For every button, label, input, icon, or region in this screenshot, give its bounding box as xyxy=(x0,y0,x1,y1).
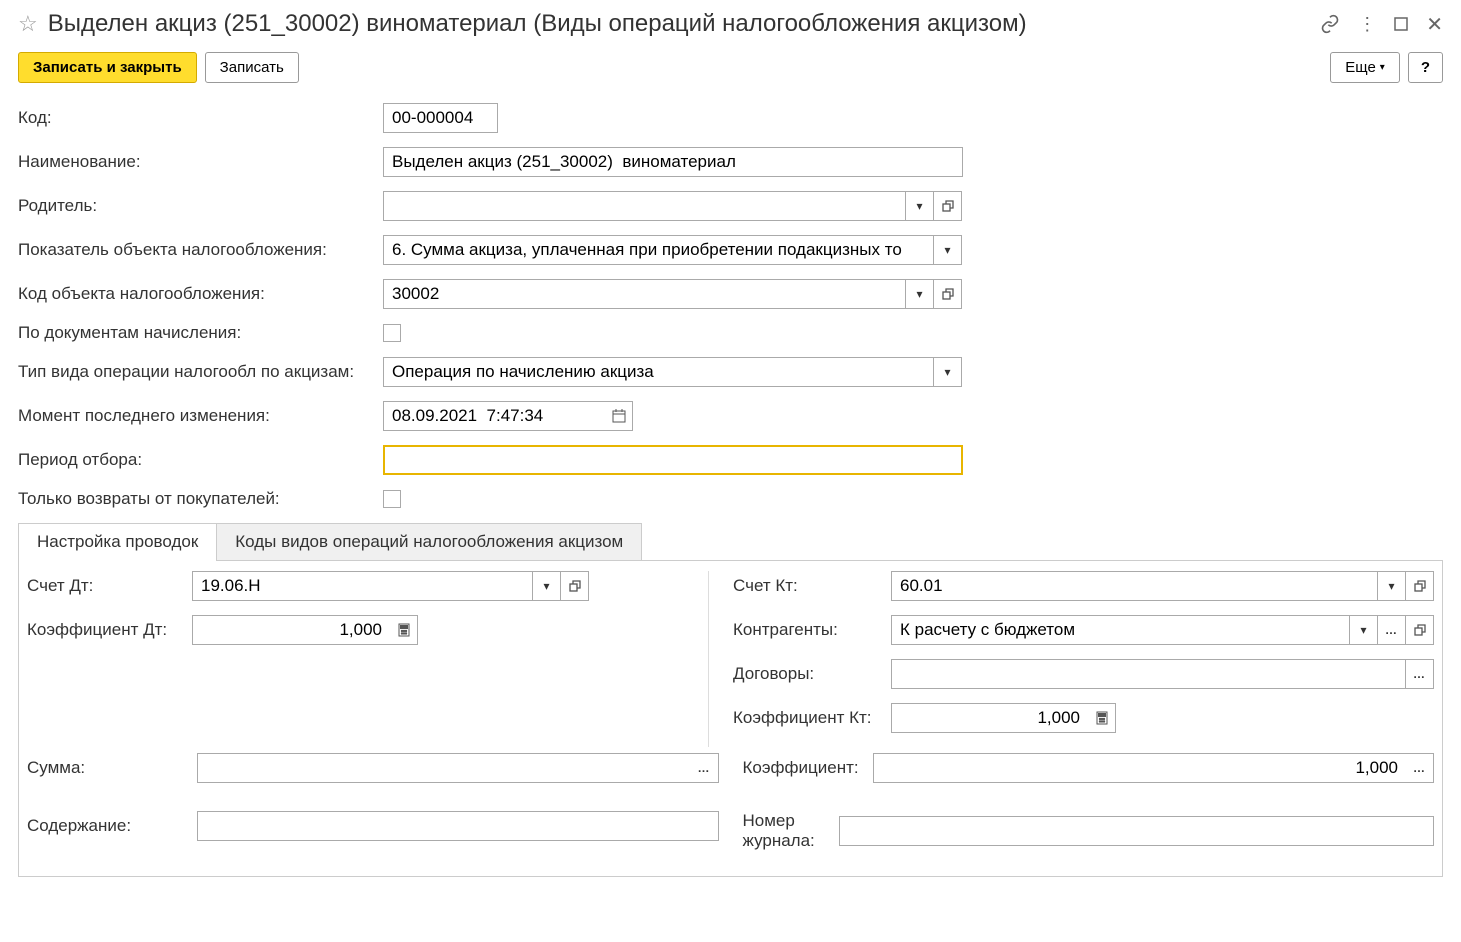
optype-label: Тип вида операции налогообл по акцизам: xyxy=(18,362,383,382)
sum-input[interactable] xyxy=(197,753,691,783)
indicator-dropdown-button[interactable]: ▾ xyxy=(934,235,962,265)
account-kt-label: Счет Кт: xyxy=(733,576,891,596)
lastchange-label: Момент последнего изменения: xyxy=(18,406,383,426)
contr-open-button[interactable] xyxy=(1406,615,1434,645)
tabs: Настройка проводок Коды видов операций н… xyxy=(18,523,1443,561)
link-icon[interactable] xyxy=(1320,14,1340,34)
parent-dropdown-button[interactable]: ▾ xyxy=(906,191,934,221)
code-label: Код: xyxy=(18,108,383,128)
more-button[interactable]: Еще ▾ xyxy=(1330,52,1400,83)
account-kt-open-button[interactable] xyxy=(1406,571,1434,601)
optype-dropdown-button[interactable]: ▾ xyxy=(934,357,962,387)
journal-label: Номер журнала: xyxy=(743,811,839,852)
contr-select-button[interactable]: … xyxy=(1378,615,1406,645)
indicator-input[interactable] xyxy=(383,235,934,265)
name-label: Наименование: xyxy=(18,152,383,172)
tab-content: Счет Дт: ▾ Коэффициент Дт: xyxy=(18,561,1443,877)
chevron-down-icon: ▾ xyxy=(1380,62,1385,73)
coef-kt-input[interactable] xyxy=(891,703,1088,733)
bydocs-label: По документам начисления: xyxy=(18,323,383,343)
window-header: ☆ Выделен акциз (251_30002) виноматериал… xyxy=(18,10,1443,38)
header-controls: ⋮ ✕ xyxy=(1320,12,1443,37)
coef-kt-label: Коэффициент Кт: xyxy=(733,708,891,728)
close-icon[interactable]: ✕ xyxy=(1426,12,1443,37)
coef-select-button[interactable]: … xyxy=(1406,753,1434,783)
account-kt-dropdown-button[interactable]: ▾ xyxy=(1378,571,1406,601)
lastchange-input[interactable] xyxy=(383,401,605,431)
account-dt-open-button[interactable] xyxy=(561,571,589,601)
code-input[interactable] xyxy=(383,103,498,133)
parent-label: Родитель: xyxy=(18,196,383,216)
parent-open-button[interactable] xyxy=(934,191,962,221)
name-input[interactable] xyxy=(383,147,963,177)
objcode-open-button[interactable] xyxy=(934,279,962,309)
page-title: Выделен акциз (251_30002) виноматериал (… xyxy=(48,10,1321,38)
period-label: Период отбора: xyxy=(18,450,383,470)
optype-input[interactable] xyxy=(383,357,934,387)
dog-label: Договоры: xyxy=(733,664,891,684)
parent-input[interactable] xyxy=(383,191,906,221)
favorite-star-icon[interactable]: ☆ xyxy=(18,11,38,37)
returns-label: Только возвраты от покупателей: xyxy=(18,489,383,509)
account-kt-input[interactable] xyxy=(891,571,1378,601)
content-input[interactable] xyxy=(197,811,719,841)
coef-dt-input[interactable] xyxy=(192,615,390,645)
journal-input[interactable] xyxy=(839,816,1435,846)
calendar-button[interactable] xyxy=(605,401,633,431)
coef-label: Коэффициент: xyxy=(743,758,873,778)
save-and-close-button[interactable]: Записать и закрыть xyxy=(18,52,197,83)
objcode-input[interactable] xyxy=(383,279,906,309)
coef-kt-calc-button[interactable] xyxy=(1088,703,1116,733)
sum-select-button[interactable]: … xyxy=(691,753,719,783)
returns-checkbox[interactable] xyxy=(383,490,401,508)
account-dt-dropdown-button[interactable]: ▾ xyxy=(533,571,561,601)
dog-select-button[interactable]: … xyxy=(1406,659,1434,689)
more-button-label: Еще xyxy=(1345,59,1376,76)
tab-operation-codes[interactable]: Коды видов операций налогообложения акци… xyxy=(216,523,642,560)
contr-label: Контрагенты: xyxy=(733,620,891,640)
maximize-icon[interactable] xyxy=(1394,17,1408,31)
sum-label: Сумма: xyxy=(27,758,197,778)
coef-dt-label: Коэффициент Дт: xyxy=(27,620,192,640)
account-dt-label: Счет Дт: xyxy=(27,576,192,596)
account-dt-input[interactable] xyxy=(192,571,533,601)
coef-input[interactable] xyxy=(873,753,1407,783)
coef-dt-calc-button[interactable] xyxy=(390,615,418,645)
help-button[interactable]: ? xyxy=(1408,52,1443,83)
objcode-label: Код объекта налогообложения: xyxy=(18,284,383,304)
kebab-menu-icon[interactable]: ⋮ xyxy=(1358,14,1376,35)
bydocs-checkbox[interactable] xyxy=(383,324,401,342)
contr-input[interactable] xyxy=(891,615,1350,645)
period-input[interactable] xyxy=(383,445,963,475)
tab-entries-setup[interactable]: Настройка проводок xyxy=(18,523,217,560)
save-button[interactable]: Записать xyxy=(205,52,299,83)
content-label: Содержание: xyxy=(27,816,197,836)
indicator-label: Показатель объекта налогообложения: xyxy=(18,240,383,260)
toolbar: Записать и закрыть Записать Еще ▾ ? xyxy=(18,52,1443,83)
objcode-dropdown-button[interactable]: ▾ xyxy=(906,279,934,309)
contr-dropdown-button[interactable]: ▾ xyxy=(1350,615,1378,645)
dog-input[interactable] xyxy=(891,659,1406,689)
